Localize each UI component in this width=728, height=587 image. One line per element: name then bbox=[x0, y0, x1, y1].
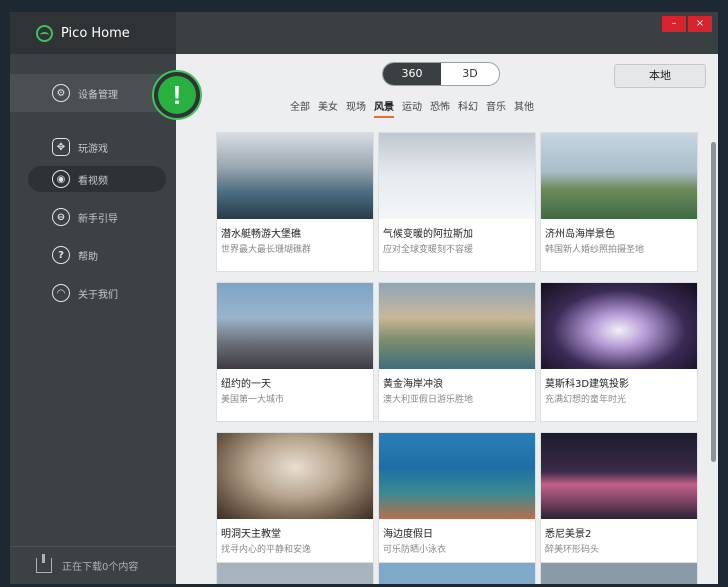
app-title: Pico Home bbox=[61, 25, 130, 41]
sidebar-item-label: 设备管理 bbox=[78, 89, 118, 101]
category-tabs: 全部 美女 现场 风景 运动 恐怖 科幻 音乐 其他 bbox=[290, 98, 534, 118]
sidebar-item-label: 关于我们 bbox=[78, 289, 118, 301]
tab-scenery[interactable]: 风景 bbox=[374, 98, 394, 118]
video-thumbnail bbox=[541, 133, 697, 219]
video-title: 莫斯科3D建筑投影 bbox=[545, 379, 630, 390]
video-thumbnail bbox=[379, 283, 535, 369]
video-thumbnail bbox=[379, 433, 535, 519]
video-card[interactable] bbox=[216, 562, 374, 584]
window-controls: – × bbox=[662, 16, 712, 32]
about-icon: ◠ bbox=[52, 284, 70, 302]
sidebar: Pico Home ⚙ 设备管理 ✥ 玩游戏 ◉ 看视频 ⊖ 新手引导 ? 帮助… bbox=[10, 12, 176, 584]
video-subtitle: 充满幻想的童年时光 bbox=[545, 395, 627, 405]
video-card[interactable]: 潜水艇畅游大堡礁 世界最大最长珊瑚礁群 bbox=[216, 132, 374, 272]
tab-live[interactable]: 现场 bbox=[346, 98, 366, 118]
video-card[interactable]: 明洞天主教堂 找寻内心的平静和安逸 bbox=[216, 432, 374, 572]
video-card[interactable]: 纽约的一天 美国第一大城市 bbox=[216, 282, 374, 422]
logo-bar: Pico Home bbox=[10, 12, 176, 54]
video-subtitle: 澳大利亚假日游乐胜地 bbox=[383, 395, 474, 405]
video-title: 济州岛海岸景色 bbox=[545, 229, 615, 240]
video-card[interactable]: 黄金海岸冲浪 澳大利亚假日游乐胜地 bbox=[378, 282, 536, 422]
video-thumbnail bbox=[541, 283, 697, 369]
video-card[interactable]: 海边度假日 可乐防晒小泳衣 bbox=[378, 432, 536, 572]
tab-other[interactable]: 其他 bbox=[514, 98, 534, 118]
tab-scifi[interactable]: 科幻 bbox=[458, 98, 478, 118]
close-button[interactable]: × bbox=[688, 16, 712, 32]
wrench-icon: ⚙ bbox=[52, 84, 70, 102]
download-status-label: 正在下载0个内容 bbox=[62, 562, 139, 573]
gamepad-icon: ✥ bbox=[52, 138, 70, 156]
tab-all[interactable]: 全部 bbox=[290, 98, 310, 118]
video-thumbnail bbox=[541, 433, 697, 519]
video-thumbnail bbox=[379, 563, 535, 584]
help-icon: ? bbox=[52, 246, 70, 264]
download-status[interactable]: 正在下载0个内容 bbox=[10, 546, 176, 584]
video-subtitle: 找寻内心的平静和安逸 bbox=[221, 545, 312, 555]
alert-badge[interactable]: ! bbox=[152, 70, 202, 120]
video-title: 明洞天主教堂 bbox=[221, 529, 281, 540]
video-title: 悉尼美景2 bbox=[545, 529, 592, 540]
video-subtitle: 美国第一大城市 bbox=[221, 395, 285, 405]
pico-logo-icon bbox=[36, 24, 53, 42]
download-icon bbox=[36, 554, 52, 573]
video-subtitle: 世界最大最长珊瑚礁群 bbox=[221, 245, 312, 255]
local-button[interactable]: 本地 bbox=[614, 64, 706, 88]
video-title: 潜水艇畅游大堡礁 bbox=[221, 229, 301, 240]
sidebar-item-label: 帮助 bbox=[78, 251, 98, 263]
mode-toggle: 360 3D bbox=[382, 62, 500, 86]
video-card[interactable]: 济州岛海岸景色 韩国新人婚纱照拍摄圣地 bbox=[540, 132, 698, 272]
app-window: Pico Home ⚙ 设备管理 ✥ 玩游戏 ◉ 看视频 ⊖ 新手引导 ? 帮助… bbox=[10, 12, 718, 584]
sidebar-item-label: 看视频 bbox=[78, 175, 108, 187]
video-subtitle: 醉美环形码头 bbox=[545, 545, 600, 555]
sidebar-item-games[interactable]: ✥ 玩游戏 bbox=[10, 128, 176, 166]
sidebar-item-help[interactable]: ? 帮助 bbox=[10, 236, 176, 274]
sidebar-item-videos[interactable]: ◉ 看视频 bbox=[28, 166, 166, 192]
video-title: 纽约的一天 bbox=[221, 379, 271, 390]
video-subtitle: 应对全球变暖刻不容缓 bbox=[383, 245, 474, 255]
video-thumbnail bbox=[541, 563, 697, 584]
video-title: 海边度假日 bbox=[383, 529, 433, 540]
video-title: 气候变暖的阿拉斯加 bbox=[383, 229, 473, 240]
video-thumbnail bbox=[217, 563, 373, 584]
tab-beauty[interactable]: 美女 bbox=[318, 98, 338, 118]
sidebar-item-guide[interactable]: ⊖ 新手引导 bbox=[10, 198, 176, 236]
video-thumbnail bbox=[379, 133, 535, 219]
guide-icon: ⊖ bbox=[52, 208, 70, 226]
video-thumbnail bbox=[217, 133, 373, 219]
video-title: 黄金海岸冲浪 bbox=[383, 379, 443, 390]
video-card[interactable] bbox=[378, 562, 536, 584]
video-thumbnail bbox=[217, 433, 373, 519]
sidebar-item-about[interactable]: ◠ 关于我们 bbox=[10, 274, 176, 312]
minimize-button[interactable]: – bbox=[662, 16, 686, 32]
tab-sports[interactable]: 运动 bbox=[402, 98, 422, 118]
title-bar: – × bbox=[176, 12, 718, 54]
video-subtitle: 可乐防晒小泳衣 bbox=[383, 545, 447, 555]
mode-3d-button[interactable]: 3D bbox=[441, 63, 499, 85]
video-card[interactable]: 悉尼美景2 醉美环形码头 bbox=[540, 432, 698, 572]
video-card[interactable]: 气候变暖的阿拉斯加 应对全球变暖刻不容缓 bbox=[378, 132, 536, 272]
video-card[interactable]: 莫斯科3D建筑投影 充满幻想的童年时光 bbox=[540, 282, 698, 422]
scrollbar[interactable] bbox=[711, 142, 716, 462]
video-thumbnail bbox=[217, 283, 373, 369]
video-icon: ◉ bbox=[52, 170, 70, 188]
sidebar-item-label: 玩游戏 bbox=[78, 143, 108, 155]
sidebar-nav: ⚙ 设备管理 ✥ 玩游戏 ◉ 看视频 ⊖ 新手引导 ? 帮助 ◠ 关于我们 bbox=[10, 74, 176, 312]
tab-horror[interactable]: 恐怖 bbox=[430, 98, 450, 118]
mode-360-button[interactable]: 360 bbox=[383, 63, 441, 85]
video-subtitle: 韩国新人婚纱照拍摄圣地 bbox=[545, 245, 645, 255]
exclamation-icon: ! bbox=[158, 76, 196, 114]
sidebar-item-label: 新手引导 bbox=[78, 213, 118, 225]
tab-music[interactable]: 音乐 bbox=[486, 98, 506, 118]
video-card[interactable] bbox=[540, 562, 698, 584]
